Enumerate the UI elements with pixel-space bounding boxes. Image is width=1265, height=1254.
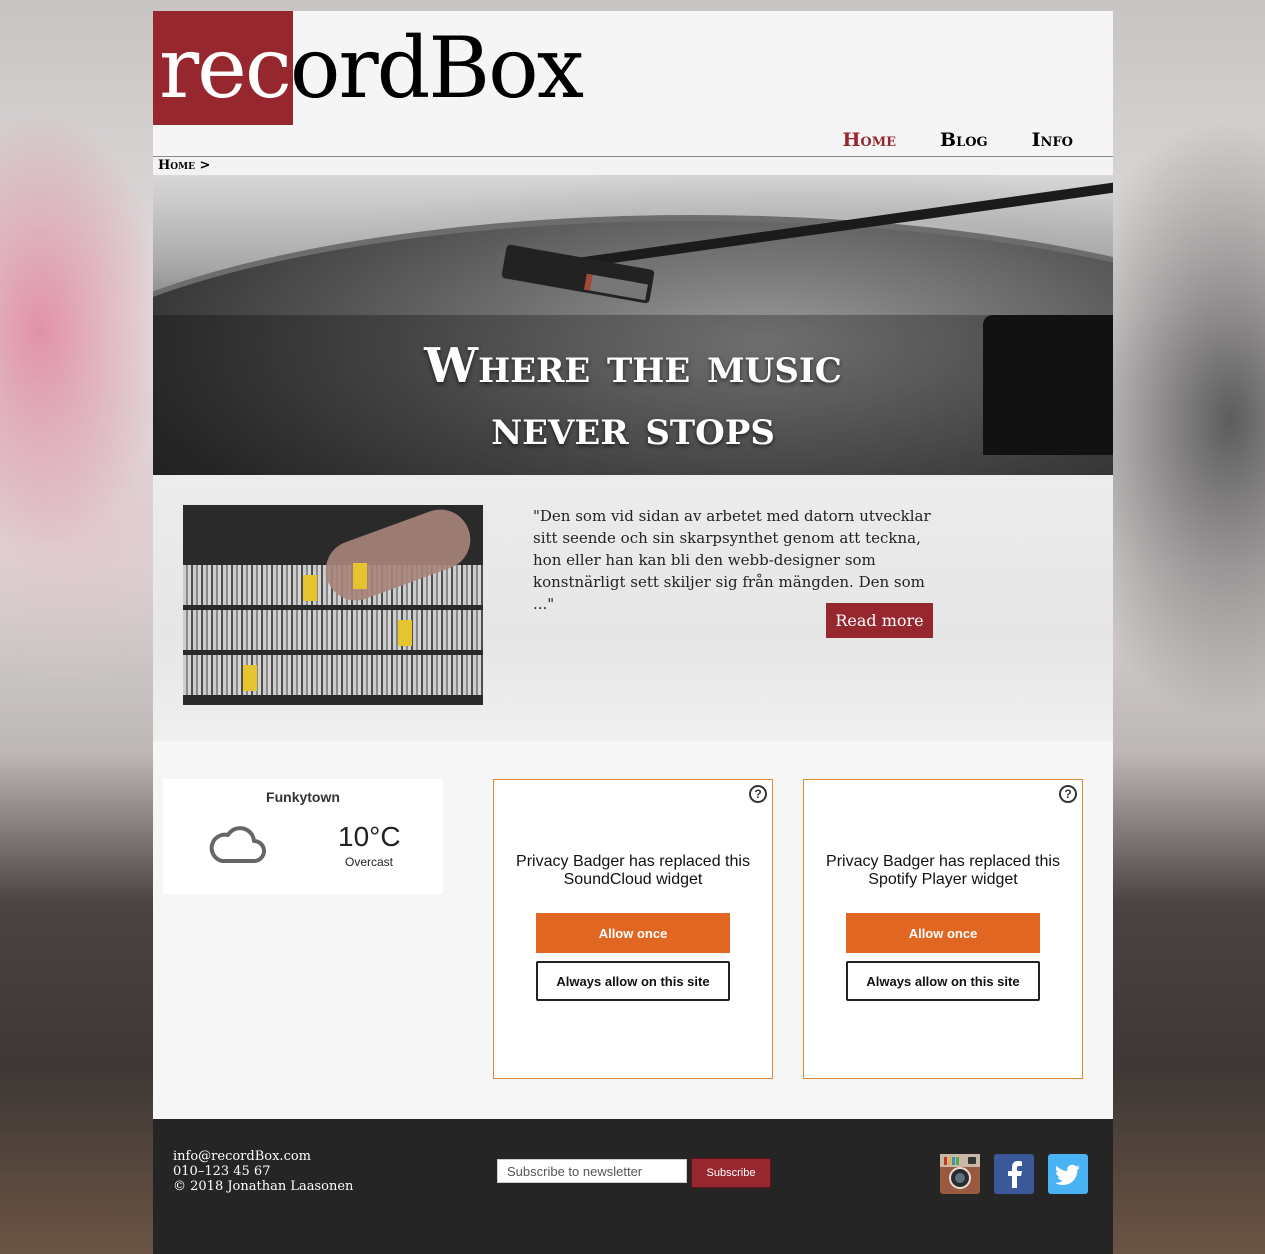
- help-icon[interactable]: ?: [749, 785, 767, 803]
- weather-condition: Overcast: [345, 855, 394, 869]
- nav-blog[interactable]: Blog: [940, 129, 988, 151]
- nav-home[interactable]: Home: [842, 129, 896, 151]
- article-quote: "Den som vid sidan av arbetet med datorn…: [533, 507, 931, 613]
- twitter-icon[interactable]: [1048, 1154, 1088, 1194]
- page: recordBox Home Blog Info Home > Where th…: [153, 11, 1113, 1254]
- hero-title-line2: never stops: [491, 400, 775, 456]
- newsletter-input[interactable]: [497, 1159, 687, 1183]
- weather-temperature: 10°C: [338, 821, 401, 852]
- site-footer: info@recordBox.com 010–123 45 67 © 2018 …: [153, 1119, 1113, 1254]
- subscribe-button[interactable]: Subscribe: [691, 1158, 771, 1188]
- logo-part-rec: rec: [159, 19, 292, 117]
- article-section: "Den som vid sidan av arbetet med datorn…: [153, 475, 1113, 741]
- contact-info: info@recordBox.com 010–123 45 67 © 2018 …: [173, 1149, 353, 1194]
- instagram-icon[interactable]: [940, 1154, 980, 1194]
- allow-once-button[interactable]: Allow once: [846, 913, 1040, 953]
- help-icon[interactable]: ?: [1059, 785, 1077, 803]
- footer-email[interactable]: info@recordBox.com: [173, 1149, 353, 1164]
- cloud-icon: [209, 826, 266, 863]
- logo[interactable]: recordBox: [159, 13, 584, 123]
- site-header: recordBox Home Blog Info: [153, 11, 1113, 157]
- hero-title-line1: Where the music: [424, 338, 842, 394]
- allow-once-button[interactable]: Allow once: [536, 913, 730, 953]
- read-more-button[interactable]: Read more: [826, 603, 933, 638]
- logo-part-ordbox: ordBox: [289, 19, 584, 117]
- footer-copyright: © 2018 Jonathan Laasonen: [173, 1179, 354, 1194]
- weather-city: Funkytown: [266, 789, 340, 805]
- article-image: [183, 505, 483, 705]
- main-nav: Home Blog Info: [842, 129, 1073, 151]
- weather-widget: Funkytown 10°C Overcast: [163, 779, 443, 894]
- hero-title: Where the music never stops: [153, 335, 1113, 459]
- privacy-badger-soundcloud: ? Privacy Badger has replaced this Sound…: [493, 779, 773, 1079]
- hero-banner: Where the music never stops: [153, 175, 1113, 475]
- facebook-icon[interactable]: [994, 1154, 1034, 1194]
- privacy-badger-spotify: ? Privacy Badger has replaced this Spoti…: [803, 779, 1083, 1079]
- footer-phone: 010–123 45 67: [173, 1164, 271, 1179]
- nav-info[interactable]: Info: [1032, 129, 1073, 151]
- breadcrumb[interactable]: Home >: [158, 158, 210, 173]
- always-allow-button[interactable]: Always allow on this site: [846, 961, 1040, 1001]
- widgets-section: Funkytown 10°C Overcast ? Privacy Badger…: [153, 741, 1113, 1119]
- always-allow-button[interactable]: Always allow on this site: [536, 961, 730, 1001]
- privacy-badger-message: Privacy Badger has replaced this Spotify…: [826, 853, 1060, 888]
- privacy-badger-message: Privacy Badger has replaced this SoundCl…: [516, 853, 750, 888]
